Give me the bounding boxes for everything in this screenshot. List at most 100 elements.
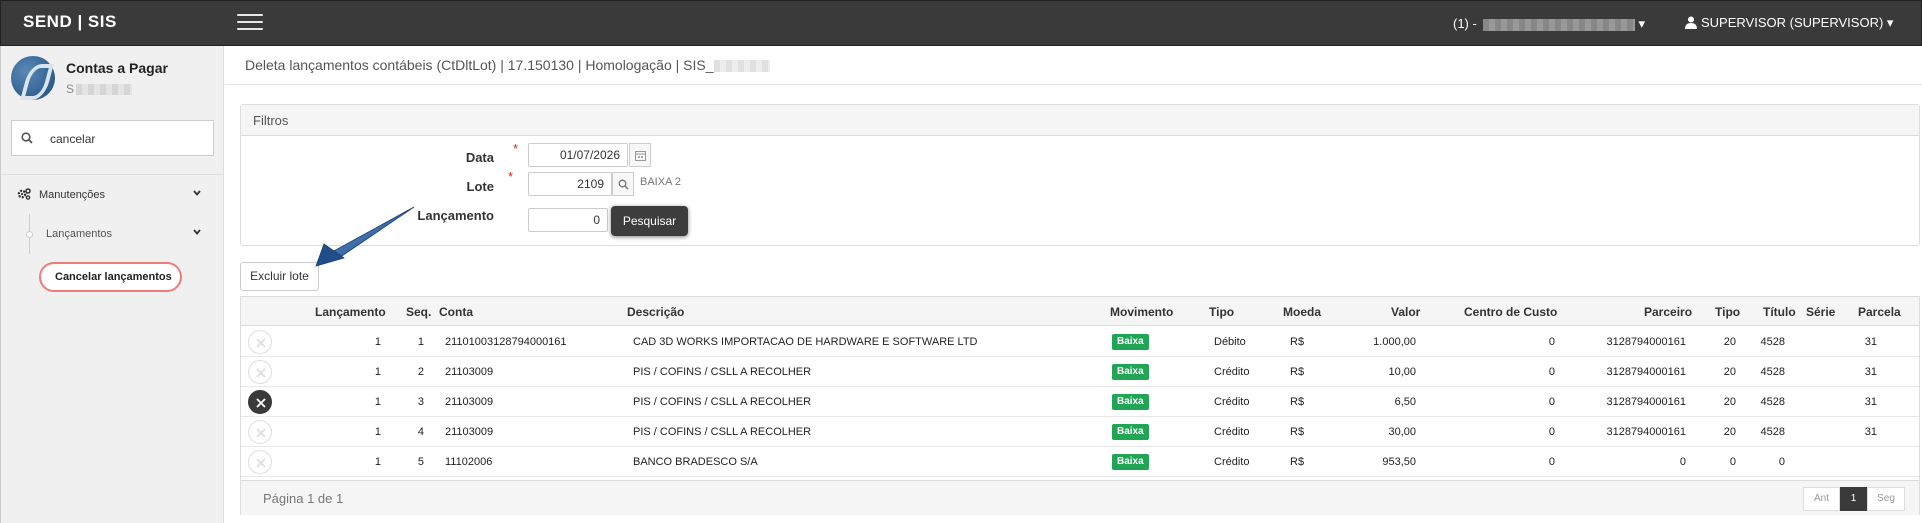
col-header-valor[interactable]: Valor [1391,305,1420,319]
user-menu[interactable]: SUPERVISOR (SUPERVISOR) ▾ [1685,15,1893,32]
table-row[interactable]: 1 1 21101003128794000161 CAD 3D WORKS IMPOR… [241,327,1919,357]
cell-seq: 5 [417,456,424,468]
col-header-lancamento[interactable]: Lançamento [315,305,386,319]
lote-description: BAIXA 2 [640,176,681,188]
cell-conta: 21103009 [445,396,494,408]
page-info: Página 1 de 1 [263,491,344,506]
movimento-badge: Baixa [1112,454,1149,470]
gears-icon [17,188,31,203]
chevron-down-icon [192,226,202,240]
sidebar-item-label: Lançamentos [46,228,113,240]
calendar-icon [635,151,646,161]
col-header-conta[interactable]: Conta [439,305,473,319]
cell-parcela: 31 [1864,396,1877,408]
cell-valor: 10,00 [1388,366,1416,378]
required-marker: * [513,141,519,156]
col-header-parcela[interactable]: Parcela [1858,305,1901,319]
cell-descricao: BANCO BRADESCO S/A [633,456,758,468]
col-header-tipo[interactable]: Tipo [1209,305,1234,319]
prev-page-button[interactable]: Ant [1803,487,1840,511]
menu-search[interactable] [11,120,214,156]
top-navbar: SEND | SIS (1) - ▾ SUPERVISOR (SUPERVISO… [0,0,1922,46]
sidebar-item-cancelar-lancamentos[interactable]: Cancelar lançamentos [39,262,182,292]
calendar-button[interactable] [629,143,651,167]
sidebar-item-lancamentos[interactable]: Lançamentos [1,214,224,254]
module-title: Contas a Pagar [66,60,168,76]
movimento-badge: Baixa [1112,394,1149,410]
user-icon [1685,16,1697,32]
cell-tipo: Débito [1214,336,1246,348]
lote-label: Lote [466,179,494,194]
movimento-badge: Baixa [1112,334,1149,350]
sidebar-item-label: Manutenções [39,189,106,201]
page-header: Deleta lançamentos contábeis (CtDltLot) … [225,46,1922,85]
lote-lookup-button[interactable] [612,172,634,196]
delete-batch-button[interactable]: Excluir lote [240,262,319,291]
redacted-company [1482,18,1635,31]
search-icon [618,179,629,190]
filter-panel: Filtros [240,104,1920,246]
cell-seq: 3 [417,396,424,408]
table-row[interactable]: 1 3 21103009 PIS / COFINS / CSLL A RECOLHER… [241,387,1919,417]
col-header-parceiro[interactable]: Parceiro [1644,305,1692,319]
data-field[interactable]: 01/07/2026 [528,143,628,167]
cell-tipo: Crédito [1214,366,1250,378]
table-row[interactable]: 1 2 21103009 PIS / COFINS / CSLL A RECOLHER… [241,357,1919,387]
cell-parcela: 31 [1864,366,1877,378]
cell-conta: 21103009 [445,426,494,438]
lancamento-field[interactable]: 0 [528,208,608,232]
cell-seq: 2 [417,366,424,378]
col-header-tipo-titulo[interactable]: Tipo [1715,305,1740,319]
search-icon [21,132,33,147]
table-footer: Página 1 de 1 Ant 1 Seg [241,480,1919,515]
table-row[interactable]: 1 5 11102006 BANCO BRADESCO S/A Crédito R$ 953… [241,447,1919,477]
cell-descricao: PIS / COFINS / CSLL A RECOLHER [633,426,812,438]
cell-parcela: 31 [1864,336,1877,348]
table-row[interactable]: 1 4 21103009 PIS / COFINS / CSLL A RECOLHER… [241,417,1919,447]
current-page-button[interactable]: 1 [1840,487,1867,511]
company-selector[interactable]: (1) - ▾ [1453,16,1645,32]
cell-seq: 1 [417,336,424,348]
lote-field[interactable]: 2109 [528,172,612,196]
cell-descricao: PIS / COFINS / CSLL A RECOLHER [633,396,812,408]
chevron-down-icon [192,187,202,201]
data-label: Data [465,150,494,165]
col-header-seq[interactable]: Seq. [406,305,431,319]
module-logo [11,56,55,100]
search-button[interactable]: Pesquisar [611,206,688,236]
movimento-badge: Baixa [1112,424,1149,440]
sidebar: Contas a Pagar S Manutenções Lançamentos… [0,46,224,523]
col-header-titulo[interactable]: Título [1763,305,1796,319]
next-page-button[interactable]: Seg [1867,487,1905,511]
cell-seq: 4 [417,426,424,438]
col-header-centro-custo[interactable]: Centro de Custo [1464,305,1557,319]
movimento-badge: Baixa [1112,364,1149,380]
col-header-descricao[interactable]: Descrição [627,305,684,319]
cell-descricao: CAD 3D WORKS IMPORTACAO DE HARDWARE E SO… [633,336,978,348]
cell-valor: 953,50 [1382,456,1416,468]
cell-tipo: Crédito [1214,456,1250,468]
cell-parcela: 31 [1864,426,1877,438]
col-header-serie[interactable]: Série [1806,305,1835,319]
table-header: Lançamento Seq. Conta Descrição Moviment… [241,297,1919,326]
page-title: Deleta lançamentos contábeis (CtDltLot) … [245,57,770,73]
cell-valor: 1.000,00 [1373,336,1416,348]
cell-conta: 21101003128794000161 [445,336,567,348]
menu-search-input[interactable] [50,129,205,149]
cell-valor: 6,50 [1394,396,1416,408]
filter-panel-heading: Filtros [241,105,1919,136]
cell-tipo: Crédito [1214,396,1250,408]
cell-conta: 21103009 [445,366,494,378]
menu-toggle-icon[interactable] [237,14,263,32]
entries-table: Lançamento Seq. Conta Descrição Moviment… [240,296,1920,515]
company-prefix: (1) - [1453,16,1477,31]
sidebar-item-label: Cancelar lançamentos [55,271,172,283]
sidebar-item-manutencoes[interactable]: Manutenções [1,174,224,214]
module-subtitle: S [66,82,133,96]
user-name: SUPERVISOR (SUPERVISOR) [1701,15,1884,30]
brand-logo-text: SEND | SIS [23,12,117,31]
cell-descricao: PIS / COFINS / CSLL A RECOLHER [633,366,812,378]
col-header-moeda[interactable]: Moeda [1283,305,1321,319]
col-header-movimento[interactable]: Movimento [1110,305,1173,319]
caret-down-icon: ▾ [1886,15,1894,30]
